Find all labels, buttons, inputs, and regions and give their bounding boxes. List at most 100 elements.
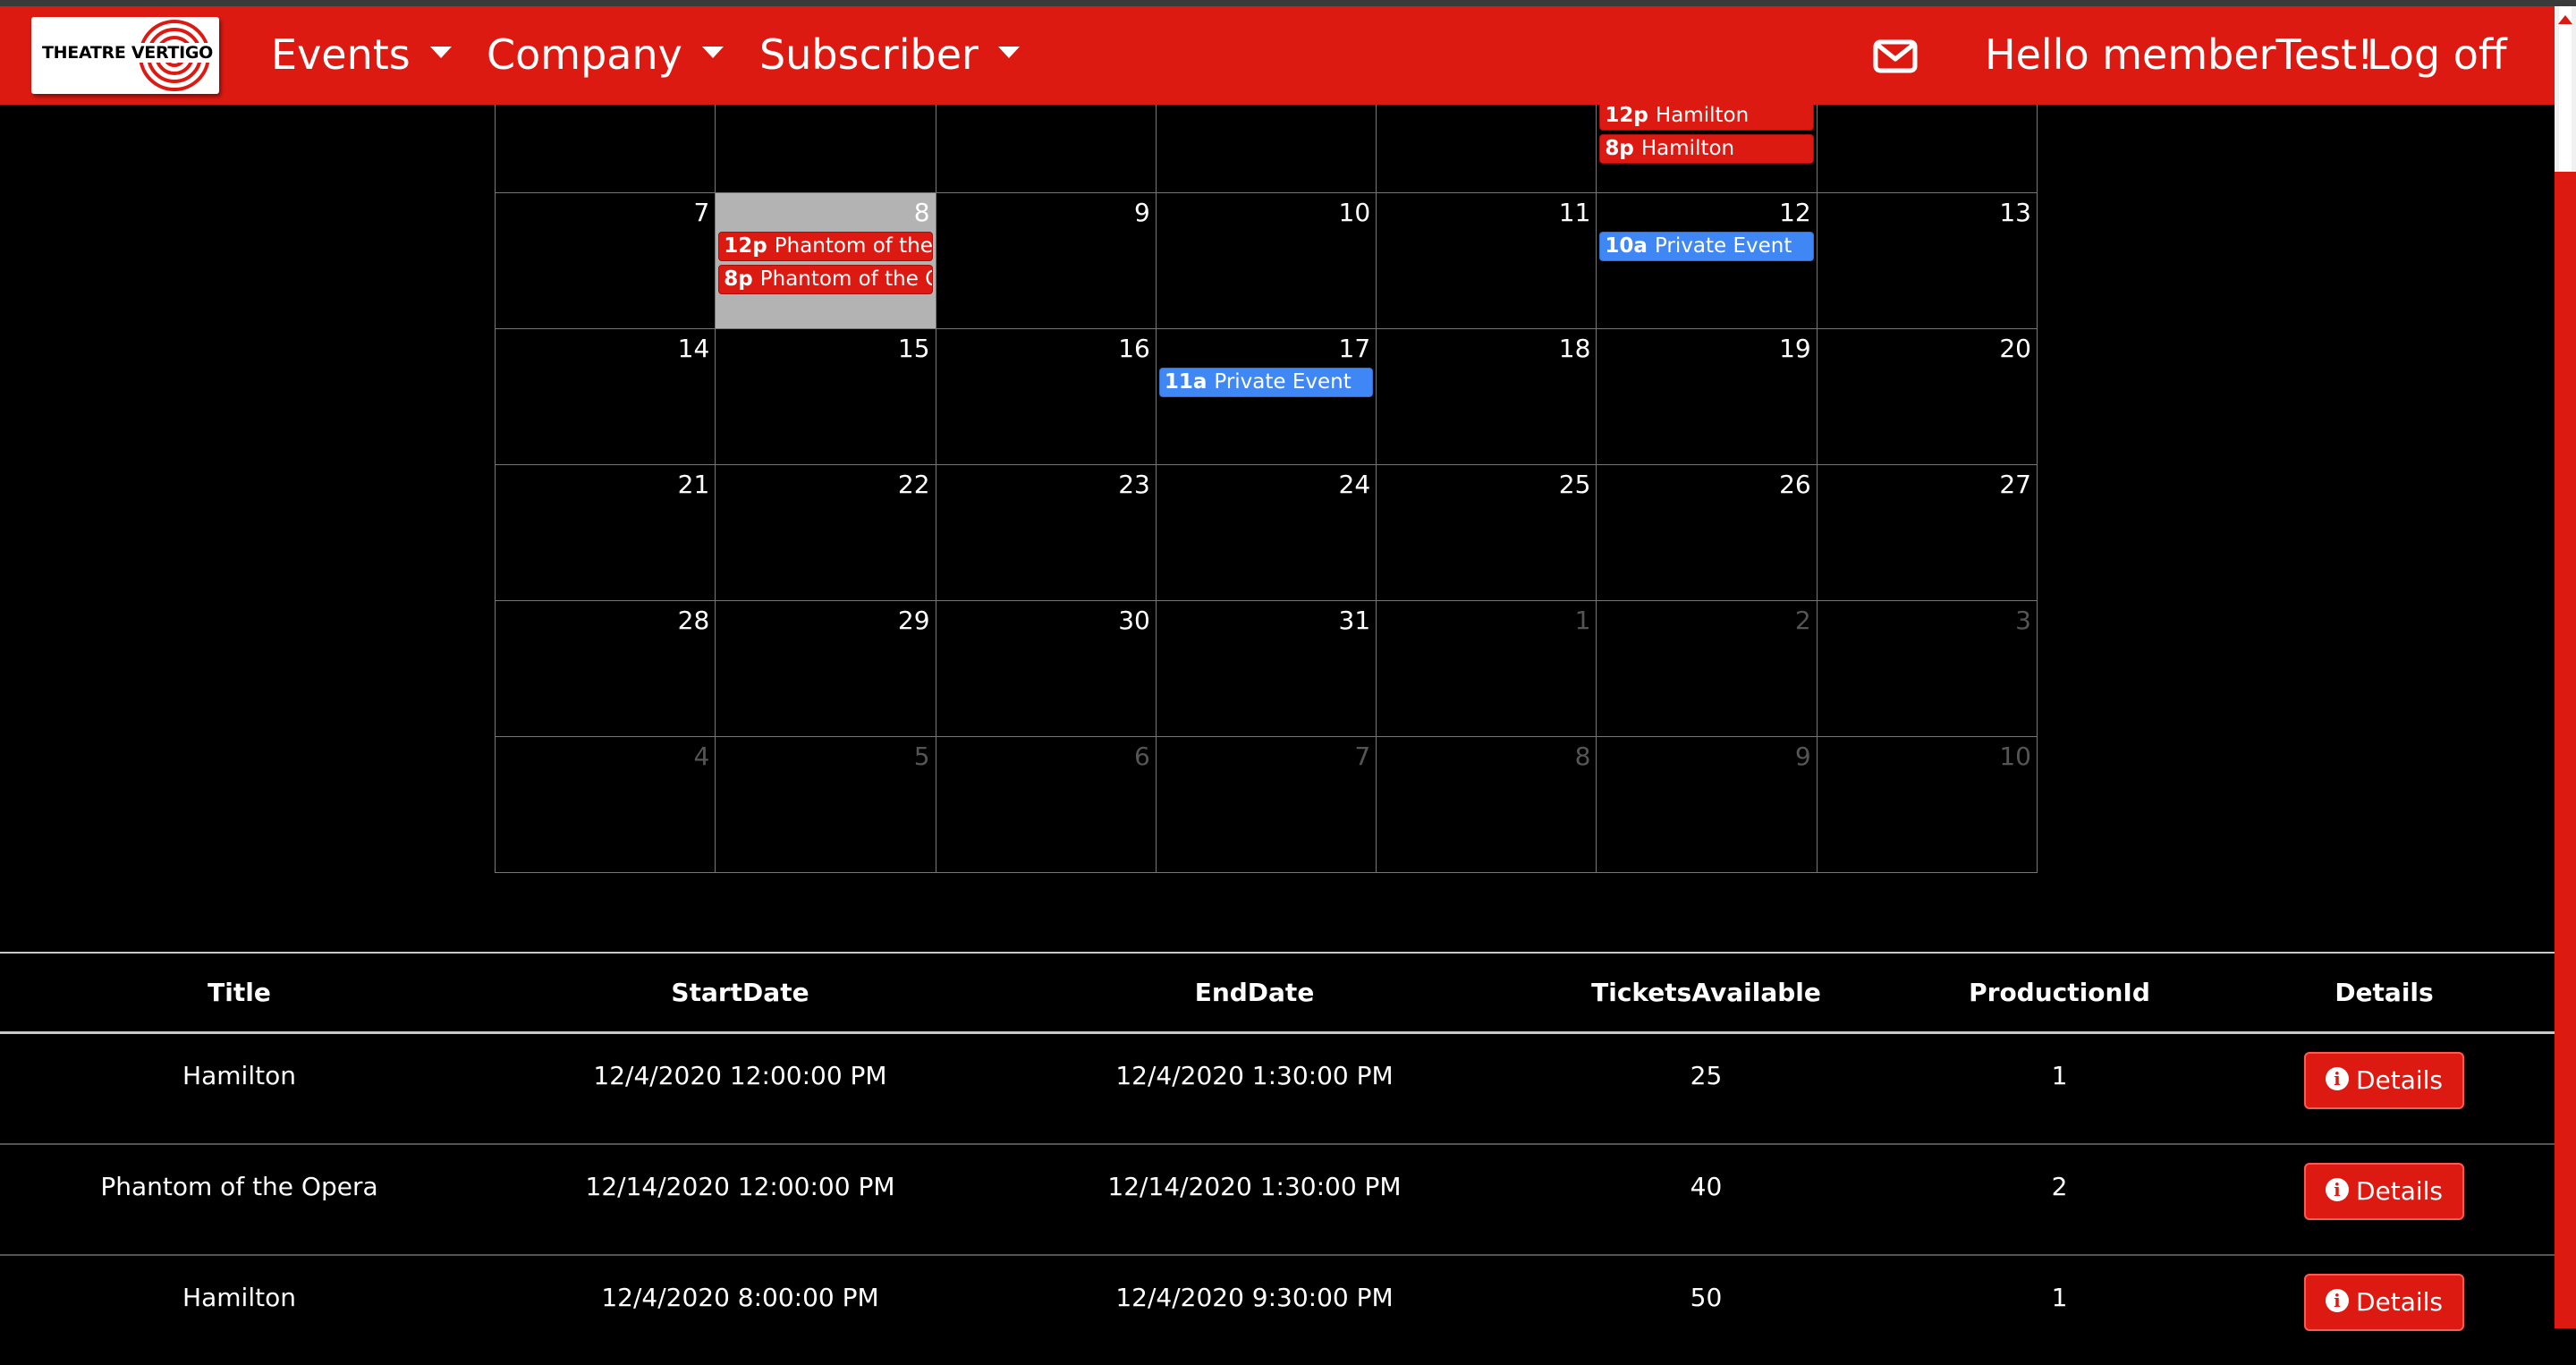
day-number[interactable]: 17	[1339, 334, 1371, 363]
day-number[interactable]: 1	[1575, 606, 1591, 635]
day-number[interactable]: 11	[1559, 198, 1591, 227]
calendar-day[interactable]: 9	[1597, 737, 1818, 873]
day-number[interactable]: 8	[1575, 742, 1591, 771]
calendar-day[interactable]: 22	[716, 465, 936, 601]
calendar-day[interactable]: 11	[1377, 193, 1597, 329]
calendar-day[interactable]: 13	[1817, 193, 2038, 329]
calendar-day[interactable]: 17 11a Private Event	[1156, 329, 1377, 465]
header-productionid: ProductionId	[1969, 978, 2150, 1007]
day-number[interactable]: 15	[898, 334, 930, 363]
calendar-day[interactable]: 25	[1377, 465, 1597, 601]
calendar-event[interactable]: 12p Phantom of the Opera	[718, 232, 933, 261]
calendar-day[interactable]: 9	[936, 193, 1157, 329]
day-number[interactable]: 21	[678, 470, 710, 499]
day-number[interactable]: 14	[678, 334, 710, 363]
calendar-day[interactable]: 15	[716, 329, 936, 465]
calendar-day[interactable]: 21	[496, 465, 716, 601]
calendar-day[interactable]: 26	[1597, 465, 1818, 601]
theatre-vertigo-logo[interactable]: THEATRE VERTIGO	[31, 17, 219, 94]
calendar-event[interactable]: 12p Hamilton	[1599, 101, 1814, 131]
day-number[interactable]: 27	[1999, 470, 2031, 499]
day-number[interactable]: 31	[1339, 606, 1371, 635]
day-number[interactable]: 4	[693, 742, 709, 771]
day-number[interactable]: 10	[1999, 742, 2031, 771]
calendar-day[interactable]: 2	[1597, 601, 1818, 737]
calendar-day[interactable]: 5	[716, 737, 936, 873]
calendar-day[interactable]: 16	[936, 329, 1157, 465]
day-number[interactable]: 18	[1559, 334, 1591, 363]
cell-productionid: 1	[2051, 1061, 2068, 1090]
calendar-day[interactable]: 28	[496, 601, 716, 737]
info-icon: i	[2325, 1067, 2349, 1090]
calendar-day[interactable]: 29	[716, 601, 936, 737]
calendar-day[interactable]: 30	[936, 601, 1157, 737]
calendar-day[interactable]: 23	[936, 465, 1157, 601]
calendar-day[interactable]: 3	[1817, 601, 2038, 737]
header-details: Details	[2334, 978, 2434, 1007]
calendar-day[interactable]: 4	[496, 737, 716, 873]
calendar-day[interactable]: 18	[1377, 329, 1597, 465]
day-number[interactable]: 13	[1999, 198, 2031, 227]
day-number[interactable]: 28	[678, 606, 710, 635]
day-number[interactable]: 3	[2015, 606, 2031, 635]
day-number[interactable]: 12	[1779, 198, 1811, 227]
day-number[interactable]: 7	[1354, 742, 1370, 771]
calendar-event[interactable]: 11a Private Event	[1158, 368, 1374, 397]
day-number[interactable]: 16	[1118, 334, 1150, 363]
day-number[interactable]: 6	[1134, 742, 1150, 771]
day-number[interactable]: 2	[1795, 606, 1811, 635]
scroll-up-arrow-icon[interactable]	[2558, 15, 2572, 24]
day-number[interactable]: 30	[1118, 606, 1150, 635]
event-time: 12p	[1605, 104, 1648, 127]
scrollbar-track[interactable]	[2555, 172, 2576, 1328]
day-number[interactable]: 5	[914, 742, 930, 771]
nav-events-dropdown[interactable]: Events	[271, 28, 452, 81]
calendar-day[interactable]: 12 10a Private Event	[1597, 193, 1818, 329]
calendar-day[interactable]: 10	[1156, 193, 1377, 329]
day-number[interactable]: 22	[898, 470, 930, 499]
table-row: Hamilton 12/4/2020 8:00:00 PM 12/4/2020 …	[0, 1256, 2555, 1365]
calendar-day[interactable]: 7	[496, 193, 716, 329]
caret-down-icon	[701, 47, 724, 58]
calendar-day[interactable]: 10	[1817, 737, 2038, 873]
calendar-day[interactable]: 24	[1156, 465, 1377, 601]
day-number[interactable]: 19	[1779, 334, 1811, 363]
calendar-day[interactable]: 8	[1377, 737, 1597, 873]
day-number[interactable]: 9	[1134, 198, 1150, 227]
calendar-day[interactable]: 14	[496, 329, 716, 465]
user-greeting-link[interactable]: Hello memberTest!	[1985, 28, 2374, 81]
cell-enddate: 12/4/2020 9:30:00 PM	[1115, 1283, 1394, 1312]
day-number[interactable]: 25	[1559, 470, 1591, 499]
calendar-day-today[interactable]: 8 12pPhantom of the Opera 8pPhantom of the…	[716, 193, 936, 329]
day-number[interactable]: 23	[1118, 470, 1150, 499]
day-number[interactable]: 10	[1339, 198, 1371, 227]
envelope-icon[interactable]	[1873, 39, 1918, 73]
nav-subscriber-dropdown[interactable]: Subscriber	[759, 28, 1020, 81]
calendar-day[interactable]: 19	[1597, 329, 1818, 465]
calendar-day[interactable]: 31	[1156, 601, 1377, 737]
day-number[interactable]: 9	[1795, 742, 1811, 771]
calendar-event[interactable]: 8p Hamilton	[1599, 134, 1814, 164]
scrollbar-thumb[interactable]	[2559, 6, 2572, 172]
calendar-day[interactable]: 1	[1377, 601, 1597, 737]
details-button[interactable]: i Details	[2303, 1163, 2465, 1220]
day-number[interactable]: 26	[1779, 470, 1811, 499]
nav-company-dropdown[interactable]: Company	[487, 28, 724, 81]
calendar-day[interactable]: 20	[1817, 329, 2038, 465]
logoff-link[interactable]: Log off	[2367, 28, 2507, 81]
day-number[interactable]: 8	[914, 198, 930, 227]
day-events: 12pPhantom of the Opera 8pPhantom of the …	[718, 232, 933, 298]
details-button[interactable]: i Details	[2303, 1052, 2465, 1109]
day-number[interactable]: 20	[1999, 334, 2031, 363]
day-number[interactable]: 24	[1339, 470, 1371, 499]
details-button[interactable]: i Details	[2303, 1274, 2465, 1331]
calendar-event[interactable]: 10a Private Event	[1599, 232, 1814, 261]
calendar-day[interactable]: 6	[936, 737, 1157, 873]
day-number[interactable]: 29	[898, 606, 930, 635]
event-time: 10a	[1605, 234, 1648, 258]
page-scrollbar[interactable]	[2555, 6, 2576, 1328]
calendar-day[interactable]: 27	[1817, 465, 2038, 601]
day-number[interactable]: 7	[693, 198, 709, 227]
calendar-event[interactable]: 8pPhantom of the Opera	[718, 265, 933, 294]
calendar-day[interactable]: 7	[1156, 737, 1377, 873]
